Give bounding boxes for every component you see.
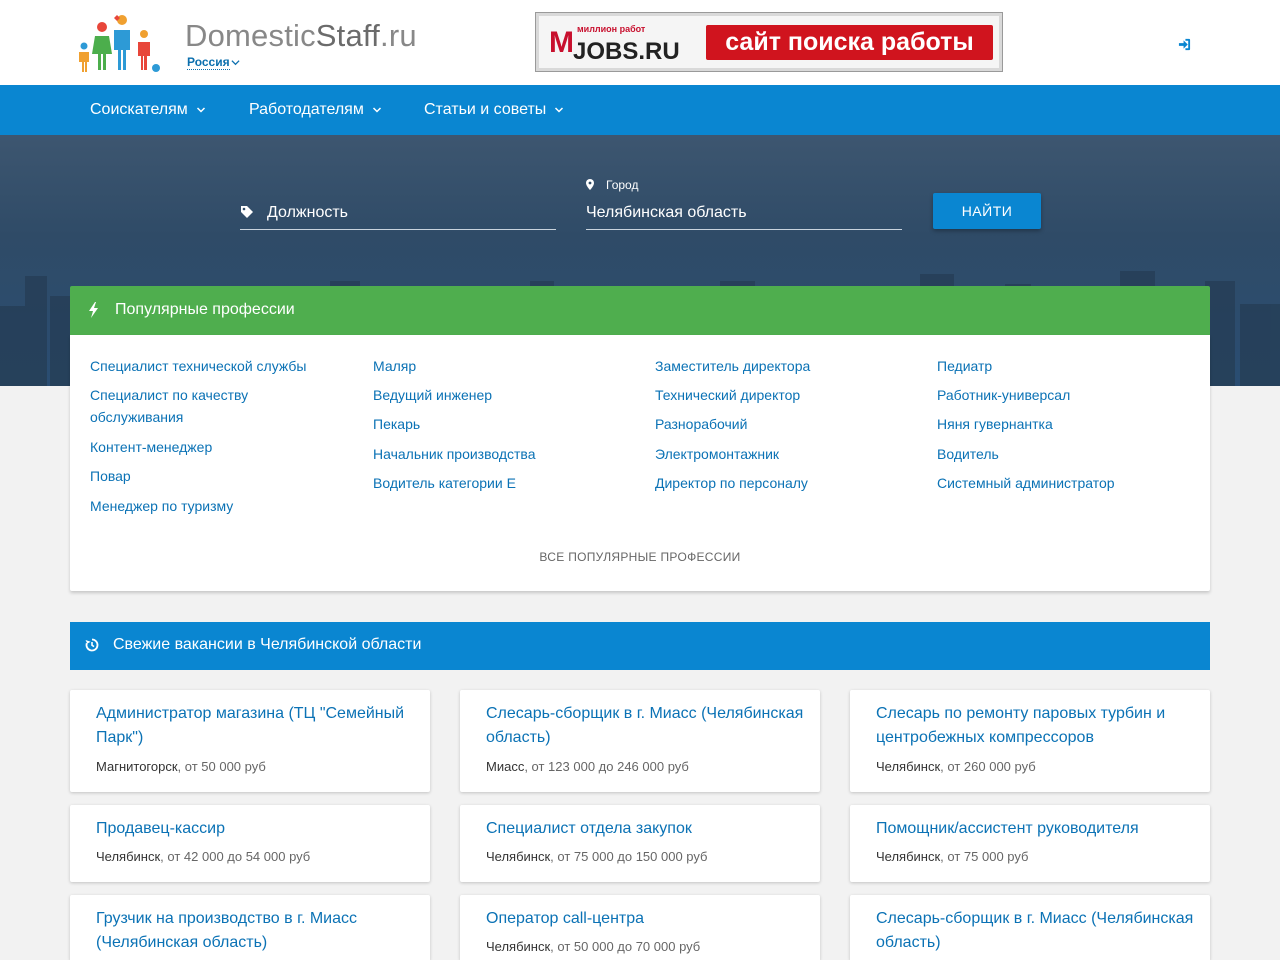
fresh-vacancies-header: Свежие вакансии в Челябинской области (70, 622, 1210, 670)
vacancy-card[interactable]: Грузчик на производство в г. Миасс (Челя… (70, 895, 430, 960)
vacancy-city: Челябинск (486, 849, 551, 864)
profession-link[interactable]: Специалист по качеству обслуживания (90, 384, 290, 428)
fresh-vacancies-title: Свежие вакансии в Челябинской области (113, 636, 422, 653)
profession-link[interactable]: Няня гувернантка (937, 413, 1053, 435)
vacancy-meta: Миасс, от 123 000 до 246 000 руб (486, 759, 689, 774)
banner-slogan: сайт поиска работы (706, 25, 993, 60)
profession-link[interactable]: Заместитель директора (655, 355, 810, 377)
vacancy-card[interactable]: Слесарь по ремонту паровых турбин и цент… (850, 690, 1210, 792)
profession-link[interactable]: Директор по персоналу (655, 472, 808, 494)
chevron-down-icon (196, 107, 205, 113)
vacancy-salary: , от 75 000 до 150 000 руб (550, 849, 708, 864)
vacancy-title[interactable]: Администратор магазина (ТЦ "Семейный Пар… (96, 702, 416, 750)
vacancy-card[interactable]: Администратор магазина (ТЦ "Семейный Пар… (70, 690, 430, 792)
profession-link[interactable]: Контент-менеджер (90, 436, 212, 458)
profession-link[interactable]: Педиатр (937, 355, 992, 377)
logo-main: Domestic (185, 18, 316, 53)
ad-banner[interactable]: миллион работ M JOBS.RU сайт поиска рабо… (535, 12, 1003, 72)
vacancy-title[interactable]: Слесарь по ремонту паровых турбин и цент… (876, 702, 1196, 750)
popular-professions-header: Популярные профессии (70, 286, 1210, 335)
banner-inner: миллион работ M JOBS.RU сайт поиска рабо… (539, 16, 999, 68)
vacancy-card[interactable]: Слесарь-сборщик в г. Миасс (Челябинская … (460, 690, 820, 792)
position-input[interactable]: Должность (240, 193, 556, 230)
profession-link[interactable]: Электромонтажник (655, 443, 779, 465)
city-label: Город (606, 178, 639, 192)
profession-link[interactable]: Работник-универсал (937, 384, 1070, 406)
profession-link[interactable]: Технический директор (655, 384, 800, 406)
banner-m-letter: M (549, 26, 574, 59)
profession-link[interactable]: Разнорабочий (655, 413, 747, 435)
region-selector[interactable]: Россия (187, 55, 230, 70)
position-placeholder: Должность (267, 204, 348, 221)
profession-link[interactable]: Ведущий инженер (373, 384, 492, 406)
nav-item-label: Статьи и советы (424, 101, 547, 118)
vacancy-card[interactable]: Слесарь-сборщик в г. Миасс (Челябинская … (850, 895, 1210, 960)
city-input[interactable]: Челябинская область (586, 193, 902, 230)
vacancy-meta: Магнитогорск, от 50 000 руб (96, 759, 266, 774)
nav-item-jobseekers[interactable]: Соискателям (90, 85, 206, 135)
chevron-down-icon (372, 107, 381, 113)
vacancy-card[interactable]: Специалист отдела закупок Челябинск, от … (460, 805, 820, 882)
vacancy-card[interactable]: Продавец-кассир Челябинск, от 42 000 до … (70, 805, 430, 882)
vacancy-title[interactable]: Специалист отдела закупок (486, 817, 806, 841)
all-popular-professions-link[interactable]: ВСЕ ПОПУЛЯРНЫЕ ПРОФЕССИИ (70, 550, 1210, 564)
vacancy-salary: , от 50 000 до 70 000 руб (550, 939, 701, 954)
sign-in-icon[interactable] (1178, 38, 1191, 51)
vacancy-meta: Челябинск, от 50 000 до 70 000 руб (486, 939, 700, 954)
site-header: DomesticStaff.ru Россия миллион работ M … (0, 0, 1280, 85)
profession-link[interactable]: Системный администратор (937, 472, 1115, 494)
profession-link[interactable]: Повар (90, 465, 131, 487)
nav-item-employers[interactable]: Работодателям (249, 85, 382, 135)
bolt-icon (89, 302, 98, 318)
vacancy-card[interactable]: Помощник/ассистент руководителя Челябинс… (850, 805, 1210, 882)
nav-item-label: Работодателям (249, 101, 364, 118)
map-marker-icon (586, 179, 594, 190)
chevron-down-icon[interactable] (231, 58, 240, 67)
banner-million-text: миллион работ (577, 24, 646, 34)
vacancy-salary: , от 50 000 руб (177, 759, 266, 774)
logo-bold: Staff (315, 18, 380, 53)
vacancy-title[interactable]: Слесарь-сборщик в г. Миасс (Челябинская … (486, 702, 806, 750)
vacancy-title[interactable]: Грузчик на производство в г. Миасс (Челя… (96, 907, 416, 955)
popular-professions-title: Популярные профессии (115, 301, 295, 318)
profession-link[interactable]: Водитель категории Е (373, 472, 516, 494)
city-value: Челябинская область (586, 204, 747, 221)
vacancy-salary: , от 123 000 до 246 000 руб (524, 759, 689, 774)
vacancy-city: Челябинск (486, 939, 551, 954)
vacancy-meta: Челябинск, от 42 000 до 54 000 руб (96, 849, 310, 864)
profession-link[interactable]: Специалист технической службы (90, 355, 306, 377)
vacancy-card[interactable]: Оператор call-центра Челябинск, от 50 00… (460, 895, 820, 960)
vacancy-city: Челябинск (876, 849, 941, 864)
vacancy-meta: Челябинск, от 260 000 руб (876, 759, 1036, 774)
vacancy-title[interactable]: Помощник/ассистент руководителя (876, 817, 1196, 841)
vacancy-title[interactable]: Продавец-кассир (96, 817, 416, 841)
profession-link[interactable]: Пекарь (373, 413, 420, 435)
main-nav: Соискателям Работодателям Статьи и совет… (0, 85, 1280, 135)
family-logo-icon[interactable] (74, 12, 164, 74)
vacancy-city: Магнитогорск (96, 759, 178, 774)
vacancy-city: Челябинск (876, 759, 941, 774)
search-button[interactable]: НАЙТИ (933, 193, 1041, 229)
banner-jobs-text: JOBS.RU (573, 38, 680, 65)
vacancy-city: Челябинск (96, 849, 161, 864)
profession-link[interactable]: Начальник производства (373, 443, 536, 465)
chevron-down-icon (555, 107, 564, 113)
vacancy-salary: , от 75 000 руб (940, 849, 1029, 864)
vacancy-title[interactable]: Слесарь-сборщик в г. Миасс (Челябинская … (876, 907, 1196, 955)
logo-tld: .ru (380, 18, 417, 53)
nav-item-label: Соискателям (90, 101, 188, 118)
nav-item-articles[interactable]: Статьи и советы (424, 85, 564, 135)
history-icon (85, 638, 99, 652)
profession-link[interactable]: Менеджер по туризму (90, 495, 233, 517)
vacancy-city: Миасс (486, 759, 525, 774)
vacancy-title[interactable]: Оператор call-центра (486, 907, 806, 931)
site-logo-text[interactable]: DomesticStaff.ru (185, 18, 417, 54)
profession-link[interactable]: Маляр (373, 355, 416, 377)
profession-link[interactable]: Водитель (937, 443, 999, 465)
vacancy-meta: Челябинск, от 75 000 руб (876, 849, 1028, 864)
popular-professions-list: Специалист технической службы Специалист… (70, 335, 1210, 591)
vacancy-meta: Челябинск, от 75 000 до 150 000 руб (486, 849, 708, 864)
vacancy-salary: , от 42 000 до 54 000 руб (160, 849, 311, 864)
vacancy-salary: , от 260 000 руб (940, 759, 1036, 774)
